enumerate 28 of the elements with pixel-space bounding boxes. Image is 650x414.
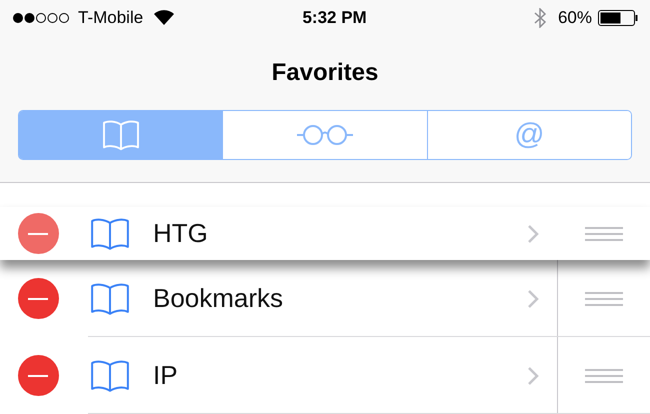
clock-time: 5:32 PM (302, 7, 367, 30)
book-icon (90, 282, 130, 315)
delete-button[interactable] (18, 213, 58, 254)
bookmark-title: IP (153, 359, 179, 392)
chevron-icon (527, 288, 539, 308)
bookmark-title: Bookmarks (153, 282, 284, 315)
delete-button[interactable] (18, 278, 58, 319)
reorder-handle-icon[interactable] (585, 292, 623, 306)
segment-tab[interactable] (19, 111, 222, 159)
dragged-row[interactable]: HTG (0, 207, 650, 260)
reorder-handle-icon[interactable] (584, 226, 622, 240)
carrier-name: T-Mobile (78, 7, 144, 30)
delete-button[interactable] (18, 355, 58, 396)
page-title: Favorites (272, 58, 378, 88)
reorder-handle-icon[interactable] (585, 368, 623, 382)
chevron-icon (527, 224, 539, 244)
signal-strength-icon (12, 12, 70, 24)
bookmark-title: HTG (153, 217, 209, 250)
book-icon (102, 119, 140, 151)
book-icon (90, 359, 130, 392)
segment-tab[interactable] (222, 111, 427, 159)
battery-percentage: 60% (558, 7, 592, 30)
chevron-icon (527, 366, 539, 386)
battery-icon (598, 10, 638, 26)
book-icon (90, 217, 130, 250)
wifi-icon (153, 10, 176, 26)
glasses-icon (294, 123, 355, 147)
bluetooth-icon (534, 8, 546, 28)
